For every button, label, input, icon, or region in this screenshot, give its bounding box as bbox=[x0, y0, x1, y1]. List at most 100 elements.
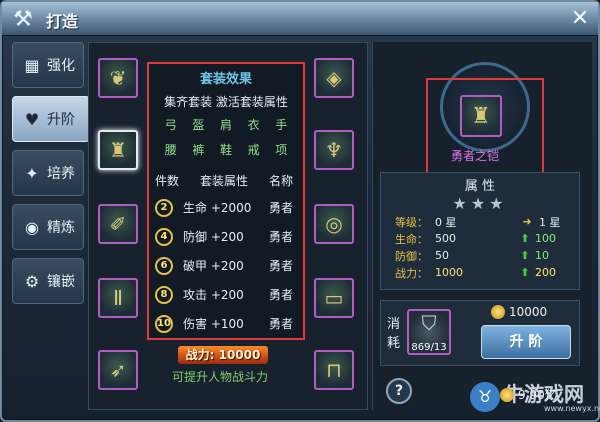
suit-piece: 手 bbox=[275, 118, 288, 132]
title-bar: ⚒ 打造 ✕ bbox=[2, 2, 598, 36]
stat-current: 1000 bbox=[435, 266, 463, 279]
suit-piece-list: 弓 盔 肩 衣 手 腰 裤 鞋 戒 项 bbox=[157, 116, 295, 158]
close-icon[interactable]: ✕ bbox=[568, 8, 592, 32]
stat-next: 200 bbox=[535, 266, 556, 279]
header-count: 件数 bbox=[155, 174, 180, 188]
equip-slot-ring[interactable]: ◎ bbox=[314, 204, 354, 244]
suit-hint: 可提升人物战斗力 bbox=[172, 370, 269, 384]
consume-label: 消耗 bbox=[387, 317, 401, 351]
effect-name: 勇者 bbox=[268, 230, 293, 244]
suit-effect-box: 套装效果 集齐套装 激活套装属性 弓 盔 肩 衣 手 腰 裤 鞋 戒 项 件数 … bbox=[147, 62, 305, 340]
arrow-up-icon: ⬆ bbox=[520, 249, 530, 262]
effect-name: 勇者 bbox=[268, 201, 293, 215]
suit-subtitle: 集齐套装 激活套装属性 bbox=[164, 95, 288, 109]
level-next: 1 星 bbox=[539, 215, 561, 229]
gold-cost-value: 10000 bbox=[509, 305, 548, 319]
nav-item-upgrade[interactable]: ♥ 升阶 bbox=[12, 96, 90, 142]
equip-slot-weapon[interactable]: ➶ bbox=[98, 350, 138, 390]
arrow-up-icon: ⬆ bbox=[520, 232, 530, 245]
effect-name: 勇者 bbox=[268, 317, 293, 331]
suit-piece: 腰 bbox=[164, 143, 177, 157]
star-rating: ★★★ bbox=[452, 194, 508, 213]
stat-current: 50 bbox=[435, 249, 449, 262]
suit-piece: 戒 bbox=[247, 143, 260, 157]
attribute-title: 属 性 bbox=[464, 179, 496, 194]
gold-cost: 10000 bbox=[491, 305, 547, 319]
stat-label: 战力： bbox=[395, 266, 428, 280]
effect-attr: 破甲 +200 bbox=[183, 259, 244, 273]
side-nav: ▦ 强化 ♥ 升阶 ✦ 培养 ◉ 精炼 ⚙ 镶嵌 bbox=[12, 42, 90, 312]
sparkle-icon: ✦ bbox=[25, 163, 39, 183]
equip-slot-bow[interactable]: ❦ bbox=[98, 58, 138, 98]
orb-icon: ◉ bbox=[25, 217, 39, 237]
stat-row: 防御： 50 ⬆ 10 bbox=[381, 247, 579, 264]
heart-icon: ♥ bbox=[24, 109, 40, 129]
nav-item-cultivate[interactable]: ✦ 培养 bbox=[12, 150, 84, 196]
material-count: 869/13 bbox=[411, 342, 447, 353]
nav-label: 精炼 bbox=[47, 220, 75, 236]
selected-item-name: 勇者之铠 bbox=[451, 149, 500, 163]
nav-label: 镶嵌 bbox=[47, 274, 75, 290]
stone-icon: ⛉ bbox=[421, 311, 437, 335]
equip-slot-pants[interactable]: Ⅱ bbox=[98, 278, 138, 318]
consume-box: 消耗 ⛉ 869/13 10000 升 阶 bbox=[380, 300, 580, 366]
suit-piece: 衣 bbox=[247, 118, 260, 132]
level-label: 等级： bbox=[395, 215, 428, 229]
piece-count-badge: 10 bbox=[155, 314, 173, 333]
suit-power-banner: 战力: 10000 bbox=[178, 346, 268, 364]
suit-effect-row: 2 生命 +2000 勇者 bbox=[149, 193, 303, 222]
material-slot[interactable]: ⛉ 869/13 bbox=[407, 309, 451, 355]
player-gold: 9.90亿 bbox=[500, 386, 557, 403]
suit-piece: 肩 bbox=[219, 118, 232, 132]
window-title: 打造 bbox=[46, 12, 79, 31]
suit-piece: 项 bbox=[275, 143, 288, 157]
equip-slot-bracer[interactable]: ✐ bbox=[98, 204, 138, 244]
effect-name: 勇者 bbox=[268, 288, 293, 302]
stat-label: 防御： bbox=[395, 249, 428, 263]
help-button[interactable]: ? bbox=[386, 378, 412, 404]
suit-piece: 裤 bbox=[192, 143, 205, 157]
upgrade-button[interactable]: 升 阶 bbox=[481, 325, 571, 359]
nav-item-refine[interactable]: ◉ 精炼 bbox=[12, 204, 84, 250]
piece-count-badge: 4 bbox=[155, 227, 173, 246]
bull-logo-icon: ♉ bbox=[470, 382, 500, 412]
level-row: 等级： 0 星 ➜ 1 星 bbox=[381, 213, 579, 230]
stat-next: 10 bbox=[535, 249, 549, 262]
nav-item-strengthen[interactable]: ▦ 强化 bbox=[12, 42, 84, 88]
gold-coin-icon bbox=[500, 387, 514, 402]
hammer-icon: ⚒ bbox=[13, 6, 33, 32]
player-gold-value: 9.90亿 bbox=[518, 388, 557, 402]
effect-attr: 防御 +200 bbox=[183, 230, 244, 244]
equip-slot-necklace[interactable]: ◈ bbox=[314, 58, 354, 98]
nav-item-inlay[interactable]: ⚙ 镶嵌 bbox=[12, 258, 84, 304]
effect-attr: 生命 +2000 bbox=[183, 201, 252, 215]
gear-gem-icon: ⚙ bbox=[24, 271, 40, 291]
effect-attr: 攻击 +200 bbox=[183, 288, 244, 302]
header-name: 名称 bbox=[268, 174, 293, 188]
equip-slot-shoulder[interactable]: ♆ bbox=[314, 130, 354, 170]
stat-current: 500 bbox=[435, 232, 456, 245]
suit-title: 套装效果 bbox=[199, 72, 252, 87]
attribute-box: 属 性 ★★★ 等级： 0 星 ➜ 1 星 生命： 500 ⬆ 100 防御： … bbox=[380, 172, 580, 290]
stat-row: 生命： 500 ⬆ 100 bbox=[381, 230, 579, 247]
equip-slot-armor[interactable]: ♜ bbox=[98, 130, 138, 170]
stat-row: 战力： 1000 ⬆ 200 bbox=[381, 264, 579, 281]
arrow-up-icon: ⬆ bbox=[520, 266, 530, 279]
piece-count-badge: 2 bbox=[155, 198, 173, 217]
suit-piece: 鞋 bbox=[219, 143, 232, 157]
effect-name: 勇者 bbox=[268, 259, 293, 273]
equip-slot-boots[interactable]: ⊓ bbox=[314, 350, 354, 390]
suit-effect-row: 6 破甲 +200 勇者 bbox=[149, 251, 303, 280]
stat-next: 100 bbox=[535, 232, 556, 245]
suit-effect-row: 8 攻击 +200 勇者 bbox=[149, 280, 303, 309]
selected-item-slot[interactable]: ♜ bbox=[460, 95, 502, 137]
suit-effect-row: 4 防御 +200 勇者 bbox=[149, 222, 303, 251]
arrow-right-icon: ➜ bbox=[522, 215, 532, 228]
nav-label: 强化 bbox=[47, 58, 75, 74]
piece-count-badge: 8 bbox=[155, 285, 173, 304]
suit-effect-header: 件数 套装属性 名称 bbox=[155, 172, 293, 189]
piece-count-badge: 6 bbox=[155, 256, 173, 275]
equip-slot-belt[interactable]: ▭ bbox=[314, 278, 354, 318]
suit-piece: 弓 bbox=[164, 118, 177, 132]
nav-label: 升阶 bbox=[47, 112, 75, 128]
